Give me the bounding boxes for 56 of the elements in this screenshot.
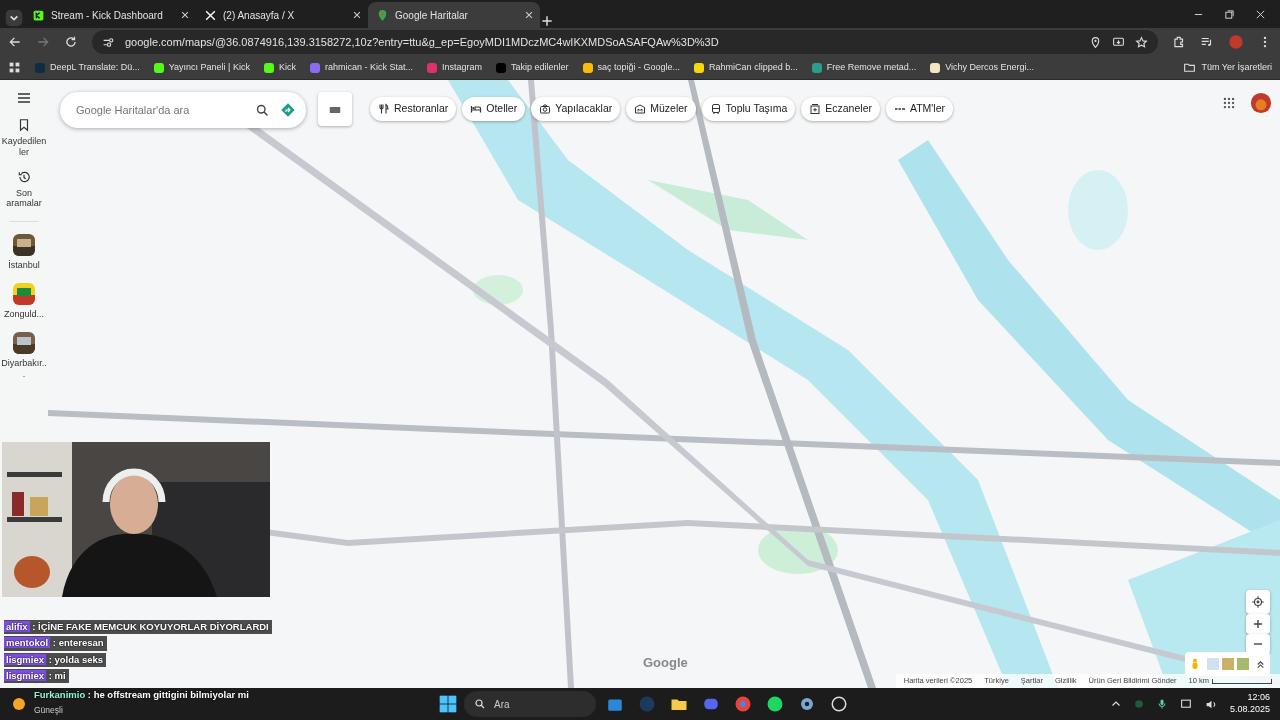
bookmark[interactable]: Vichy Dercos Energi... [930, 60, 1035, 75]
map-pin-icon [376, 8, 389, 22]
sidebar-item[interactable]: Son aramalar [1, 169, 47, 210]
windows-start-icon[interactable] [438, 694, 458, 714]
media-icon[interactable] [1200, 35, 1214, 49]
browser-tab[interactable]: Stream - Kick Dashboard [24, 2, 196, 28]
recent-place[interactable]: Zonguld... [1, 283, 47, 320]
close-icon[interactable] [352, 10, 362, 20]
bookmark[interactable]: DeepL Translate: Dü... [35, 60, 140, 75]
bookmark[interactable]: Free Remove metad... [811, 60, 917, 75]
bookmark[interactable]: Instagram [427, 60, 482, 75]
weather-text: Güneşli [34, 704, 63, 717]
extensions-icon[interactable] [1172, 35, 1186, 49]
all-bookmarks[interactable]: Tüm Yer İşaretleri [1183, 60, 1272, 75]
chat-message: Furkanimio : he offstream gittigini bilmiyolar mi [34, 688, 249, 702]
close-icon[interactable] [180, 10, 190, 20]
clock-time[interactable]: 12:06 [1229, 692, 1270, 704]
bookmark[interactable]: saç topiği - Google... [582, 60, 681, 75]
taskbar-search[interactable]: Ara [464, 691, 596, 717]
address-bar[interactable]: google.com/maps/@36.0874916,139.3158272,10z?entry=ttu&g_ep=EgoyMDI1MDczMC4wIKXMDSoASAFQAw%3D%3D [92, 30, 1158, 54]
star-icon[interactable] [1135, 35, 1148, 49]
install-icon[interactable] [1112, 35, 1125, 49]
app-icon[interactable] [830, 695, 848, 713]
recent-place[interactable]: İstanbul [1, 234, 47, 271]
bookmark-icon [17, 118, 31, 132]
x-logo-icon [204, 8, 217, 22]
kick-logo-icon [32, 8, 45, 22]
location-icon[interactable] [1089, 35, 1102, 49]
clock-date[interactable]: 5.08.2025 [1229, 704, 1270, 716]
bookmark[interactable]: Kick [263, 60, 296, 75]
history-icon [17, 169, 31, 184]
apps-icon[interactable] [8, 61, 21, 74]
search-icon [474, 698, 486, 710]
microphone-icon[interactable] [1155, 698, 1168, 710]
bookmark[interactable]: RahmiCan clipped b... [694, 60, 798, 75]
back-icon[interactable] [8, 35, 22, 49]
tab-list-icon[interactable] [4, 8, 24, 28]
menu-icon[interactable] [16, 90, 32, 106]
recent-place[interactable]: Diyarbakır... [1, 331, 47, 380]
url-text: google.com/maps/@36.0874916,139.3158272,10z?entry=ttu&g_ep=EgoyMDI1MDczMC4wIKXMDSoASAFQAw%3D%3D [125, 34, 720, 50]
new-tab-icon[interactable] [540, 14, 554, 28]
reload-icon[interactable] [64, 35, 78, 49]
network-icon[interactable] [1179, 697, 1193, 711]
restore-icon[interactable] [1224, 8, 1235, 20]
browser-tab[interactable]: (2) Anasayfa / X [196, 2, 368, 28]
bookmark[interactable]: rahmican - Kick Stat... [309, 60, 413, 75]
close-icon[interactable] [1255, 8, 1266, 20]
weather-icon [10, 695, 28, 713]
folder-icon [1183, 61, 1197, 74]
sidebar-item[interactable]: Kaydedilenler [1, 118, 47, 158]
bookmark[interactable]: Takip edilenler [496, 60, 569, 75]
bookmark[interactable]: Yayıncı Paneli | Kick [153, 60, 250, 75]
close-icon[interactable] [524, 10, 534, 20]
site-settings-icon[interactable] [102, 35, 115, 49]
status-dot-icon[interactable] [1133, 699, 1144, 709]
browser-tab[interactable]: Google Haritalar [368, 2, 540, 28]
